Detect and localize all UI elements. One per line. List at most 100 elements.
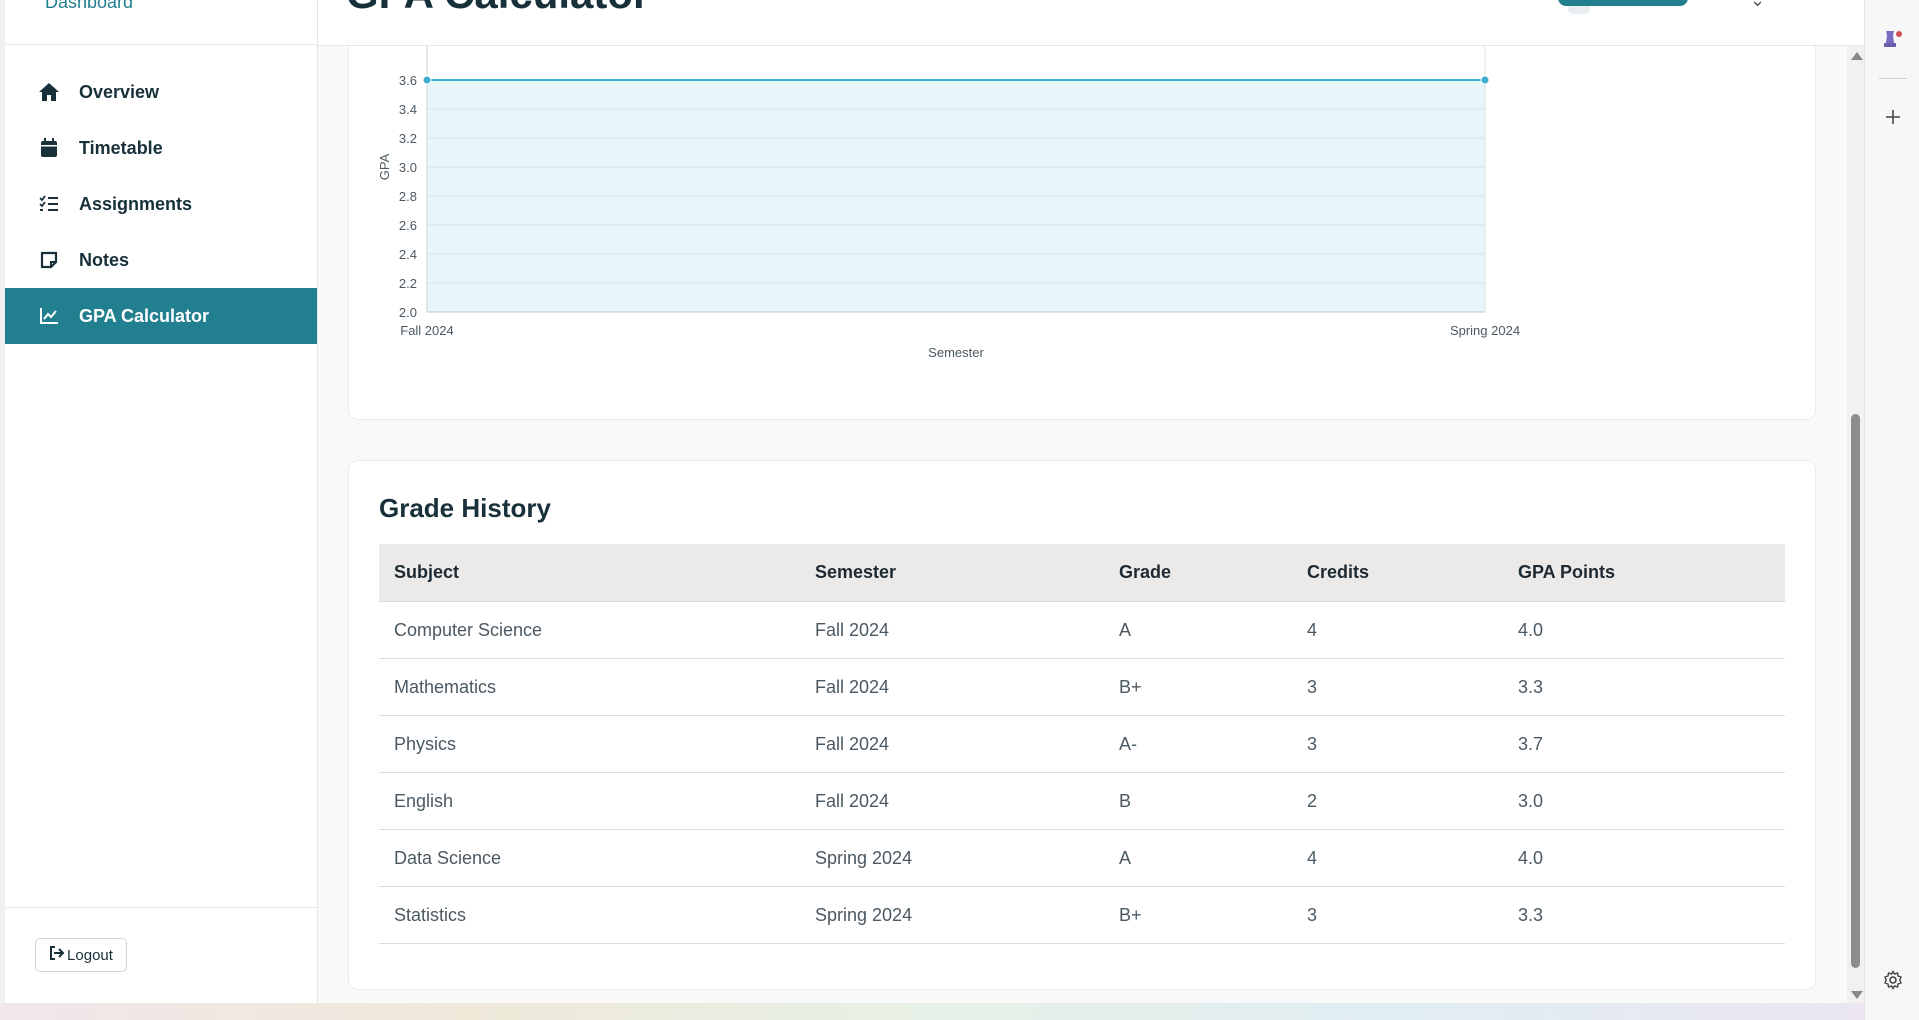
- calendar-icon: [37, 136, 61, 160]
- chart-data-point: [422, 75, 432, 85]
- y-tick-label: 3.2: [399, 131, 417, 146]
- gpa-chart-card: 2.0 2.2 2.4 2.6 2.8 3.0 3.2 3.4 3.6 Fall 2024 Spri…: [348, 46, 1816, 420]
- cell-subject: English: [379, 772, 800, 830]
- column-header-credits: Credits: [1292, 544, 1503, 602]
- cell-subject: Computer Science: [379, 601, 800, 659]
- grade-history-card: Grade History Subject Semester Grade Cre…: [348, 460, 1816, 990]
- main-content: 2.0 2.2 2.4 2.6 2.8 3.0 3.2 3.4 3.6 Fall 2024 Spri…: [318, 46, 1847, 1003]
- column-header-subject: Subject: [379, 544, 800, 602]
- scroll-down-arrow-icon[interactable]: [1851, 991, 1863, 999]
- table-row: Physics Fall 2024 A- 3 3.7: [379, 715, 1785, 773]
- y-tick-label: 3.0: [399, 160, 417, 175]
- cell-subject: Physics: [379, 715, 800, 773]
- y-tick-label: 2.8: [399, 189, 417, 204]
- cell-gpa-points: 3.3: [1503, 658, 1785, 716]
- column-header-grade: Grade: [1104, 544, 1292, 602]
- table-header-row: Subject Semester Grade Credits GPA Point…: [379, 544, 1785, 602]
- sidebar-item-label: Timetable: [79, 137, 163, 158]
- cell-semester: Fall 2024: [800, 601, 1104, 659]
- chart-data-point: [1480, 75, 1490, 85]
- plus-icon[interactable]: [1879, 103, 1907, 131]
- sidebar-item-assignments[interactable]: Assignments: [5, 176, 317, 232]
- chart-line-icon: [37, 304, 61, 328]
- dashboard-link[interactable]: Dashboard: [45, 0, 133, 13]
- x-axis-label: Semester: [928, 345, 984, 360]
- home-icon: [37, 80, 61, 104]
- table-row: Statistics Spring 2024 B+ 3 3.3: [379, 886, 1785, 944]
- cell-credits: 3: [1292, 715, 1503, 773]
- sidebar: Dashboard Overview Timetable Assignments…: [5, 0, 318, 1003]
- top-header: GPA Calculator ⌄: [318, 0, 1864, 46]
- checklist-icon: [37, 192, 61, 216]
- sidebar-item-notes[interactable]: Notes: [5, 232, 317, 288]
- grade-history-table: Subject Semester Grade Credits GPA Point…: [379, 544, 1785, 944]
- logout-icon: [49, 946, 65, 964]
- cell-grade: A: [1104, 601, 1292, 659]
- taskbar-strip: [0, 1003, 1864, 1020]
- cell-credits: 2: [1292, 772, 1503, 830]
- cell-credits: 3: [1292, 658, 1503, 716]
- cell-semester: Fall 2024: [800, 772, 1104, 830]
- x-tick-label: Fall 2024: [400, 323, 453, 338]
- cell-grade: B+: [1104, 658, 1292, 716]
- cell-gpa-points: 3.7: [1503, 715, 1785, 773]
- cell-credits: 3: [1292, 886, 1503, 944]
- column-header-semester: Semester: [800, 544, 1104, 602]
- side-panel-divider: [1879, 78, 1907, 79]
- sidebar-footer-divider: [5, 907, 317, 908]
- table-row: Computer Science Fall 2024 A 4 4.0: [379, 601, 1785, 659]
- y-tick-label: 3.6: [399, 73, 417, 88]
- cell-semester: Fall 2024: [800, 715, 1104, 773]
- column-header-gpa-points: GPA Points: [1503, 544, 1785, 602]
- cell-subject: Data Science: [379, 829, 800, 887]
- x-tick-label: Spring 2024: [1450, 323, 1520, 338]
- cell-subject: Mathematics: [379, 658, 800, 716]
- grade-history-title: Grade History: [379, 493, 551, 523]
- table-row: English Fall 2024 B 2 3.0: [379, 772, 1785, 830]
- cell-gpa-points: 3.3: [1503, 886, 1785, 944]
- sidebar-item-label: Assignments: [79, 193, 193, 214]
- scrollbar-thumb[interactable]: [1851, 414, 1860, 968]
- gear-icon[interactable]: [1879, 966, 1907, 994]
- gpa-chart: 2.0 2.2 2.4 2.6 2.8 3.0 3.2 3.4 3.6 Fall 2024 Spri…: [377, 46, 1520, 360]
- note-icon: [37, 248, 61, 272]
- page-title: GPA Calculator: [346, 0, 649, 18]
- table-row: Data Science Spring 2024 A 4 4.0: [379, 829, 1785, 887]
- header-action-button[interactable]: [1558, 0, 1688, 6]
- cell-grade: B: [1104, 772, 1292, 830]
- y-tick-label: 2.2: [399, 276, 417, 291]
- y-tick-label: 2.0: [399, 305, 417, 320]
- cell-grade: A: [1104, 829, 1292, 887]
- sidebar-item-label: Notes: [79, 249, 130, 270]
- cell-semester: Spring 2024: [800, 829, 1104, 887]
- cell-gpa-points: 4.0: [1503, 829, 1785, 887]
- vertical-scrollbar[interactable]: [1847, 46, 1864, 1003]
- cell-semester: Spring 2024: [800, 886, 1104, 944]
- chevron-down-icon[interactable]: ⌄: [1750, 0, 1765, 11]
- cell-subject: Statistics: [379, 886, 800, 944]
- cell-gpa-points: 3.0: [1503, 772, 1785, 830]
- sidebar-item-overview[interactable]: Overview: [5, 64, 317, 120]
- chess-app-icon[interactable]: [1879, 24, 1907, 52]
- sidebar-item-timetable[interactable]: Timetable: [5, 120, 317, 176]
- y-tick-label: 2.6: [399, 218, 417, 233]
- cell-grade: B+: [1104, 886, 1292, 944]
- y-axis-label: GPA: [377, 153, 392, 180]
- sidebar-item-label: Overview: [79, 81, 160, 102]
- cell-gpa-points: 4.0: [1503, 601, 1785, 659]
- y-tick-label: 2.4: [399, 247, 417, 262]
- logout-label: Logout: [67, 946, 113, 964]
- sidebar-divider: [5, 44, 317, 45]
- cell-grade: A-: [1104, 715, 1292, 773]
- logout-button[interactable]: Logout: [35, 938, 127, 972]
- cell-credits: 4: [1292, 601, 1503, 659]
- browser-side-panel: [1864, 0, 1919, 1020]
- sidebar-nav: Overview Timetable Assignments Notes GPA…: [5, 64, 317, 344]
- cell-credits: 4: [1292, 829, 1503, 887]
- table-row: Mathematics Fall 2024 B+ 3 3.3: [379, 658, 1785, 716]
- y-tick-label: 3.4: [399, 102, 417, 117]
- sidebar-item-label: GPA Calculator: [79, 305, 210, 326]
- cell-semester: Fall 2024: [800, 658, 1104, 716]
- scroll-up-arrow-icon[interactable]: [1851, 52, 1863, 60]
- sidebar-item-gpa-calculator[interactable]: GPA Calculator: [5, 288, 317, 344]
